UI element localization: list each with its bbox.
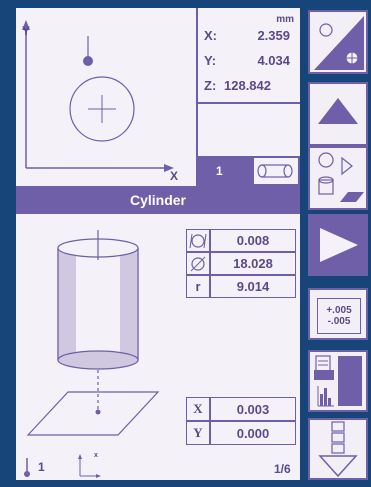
xy-view: Y X [16,8,196,186]
x-coord-label: X: [204,28,217,43]
footer: 1 x 1/6 [16,452,300,480]
radius-symbol: r [186,275,210,298]
y-coord-label: Y: [204,53,217,68]
cylindricity-value: 0.008 [210,229,296,252]
point-count: 1 [216,164,223,178]
axis-mini-icon [78,454,101,478]
tolerance-button[interactable]: +.005 -.005 [308,288,368,340]
y-axis-label: Y [22,24,31,38]
position-x-value: 0.003 [210,397,296,421]
radius-value: 9.014 [210,275,296,298]
arrow-down-icon [318,455,358,478]
tolerance-minus: -.005 [327,316,351,327]
next-button[interactable] [308,214,368,276]
axis-mini-label: x [94,452,98,459]
scroll-down-button[interactable] [308,418,368,480]
z-coord-label: Z: [204,78,217,93]
unit-label: mm [276,14,294,25]
triangle-up-icon [318,98,358,124]
datum-count: 1 [38,460,45,474]
x-coord-value: 2.359 [257,28,290,43]
position-x-symbol: X [186,397,210,421]
position-y-symbol: Y [186,421,210,445]
feature-title: Cylinder [129,192,186,208]
y-coord-value: 4.034 [257,53,290,68]
scroll-up-button[interactable] [308,82,368,146]
play-arrow-icon [320,228,358,262]
probe-icon [83,56,93,66]
diameter-icon [186,252,210,275]
x-axis-label: X [170,169,179,183]
cylinder-feature-icon[interactable] [254,158,298,184]
feature-title-bar: Cylinder [16,186,300,214]
readout-divider [198,102,300,104]
position-y-value: 0.000 [210,421,296,445]
coordinate-readout: mm X: 2.359 Y: 4.034 Z: 128.842 [196,8,300,156]
tolerance-plus: +.005 [326,305,352,316]
page-indicator: 1/6 [274,462,291,476]
datum-icon [24,458,30,477]
z-coord-value: 128.842 [224,78,271,93]
cylindricity-icon [186,229,210,252]
diameter-value: 18.028 [210,252,296,275]
coordinate-system-button[interactable] [308,10,368,74]
point-count-bar: 1 [196,156,300,186]
cylinder-drawing [26,230,160,436]
feature-select-button[interactable] [308,146,368,210]
print-histogram-button[interactable] [308,350,368,412]
xy-plot [22,20,174,172]
